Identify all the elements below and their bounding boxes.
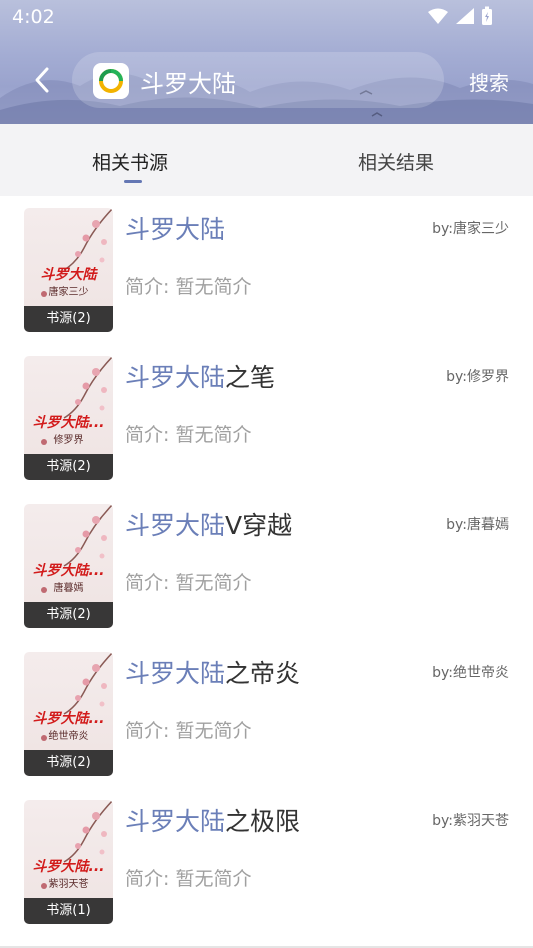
title-rest: 之笔 [225, 363, 276, 392]
book-title: 斗罗大陆V穿越 [125, 506, 292, 542]
book-item[interactable]: 斗罗大陆... 紫羽天苍 书源(1) 斗罗大陆之极限 by:紫羽天苍 简介: 暂… [0, 788, 533, 936]
tab-bar: 相关书源 相关结果 [0, 124, 533, 196]
cover-author: 绝世帝炎 [48, 731, 89, 742]
title-highlight: 斗罗大陆 [125, 807, 226, 836]
source-count-badge: 书源(1) [24, 898, 113, 924]
book-intro: 简介: 暂无简介 [125, 868, 252, 890]
cover-author: 紫羽天苍 [48, 879, 89, 890]
cover-title: 斗罗大陆... [32, 711, 105, 727]
title-rest: 之帝炎 [225, 659, 301, 688]
app-header: 4:02 斗罗大陆 搜索 [0, 0, 533, 124]
book-intro: 简介: 暂无简介 [125, 720, 252, 742]
book-item[interactable]: 斗罗大陆 唐家三少 书源(2) 斗罗大陆 by:唐家三少 简介: 暂无简介 [0, 196, 533, 344]
source-count-badge: 书源(2) [24, 306, 113, 332]
book-cover: 斗罗大陆... 修罗界 书源(2) [24, 356, 113, 480]
status-icons [427, 6, 493, 26]
book-author: by:唐暮嫣 [446, 517, 509, 533]
back-button[interactable] [24, 62, 60, 98]
signal-icon [456, 8, 474, 24]
book-title: 斗罗大陆之笔 [125, 358, 275, 394]
book-title: 斗罗大陆之极限 [125, 802, 300, 838]
battery-icon [482, 6, 492, 25]
status-time: 4:02 [12, 6, 55, 28]
wifi-icon [428, 8, 448, 24]
source-count-badge: 书源(2) [24, 602, 113, 628]
search-query-text[interactable]: 斗罗大陆 [140, 64, 236, 99]
book-cover: 斗罗大陆 唐家三少 书源(2) [24, 208, 113, 332]
book-author: by:绝世帝炎 [432, 665, 509, 681]
book-cover: 斗罗大陆... 唐暮嫣 书源(2) [24, 504, 113, 628]
title-highlight: 斗罗大陆 [125, 363, 226, 392]
cover-author: 唐暮嫣 [53, 583, 84, 594]
book-item[interactable]: 斗罗大陆... 唐暮嫣 书源(2) 斗罗大陆V穿越 by:唐暮嫣 简介: 暂无简… [0, 492, 533, 640]
cover-title: 斗罗大陆... [32, 415, 105, 431]
book-intro: 简介: 暂无简介 [125, 276, 252, 298]
book-item[interactable]: 斗罗大陆... 修罗界 书源(2) 斗罗大陆之笔 by:修罗界 简介: 暂无简介 [0, 344, 533, 492]
search-button[interactable]: 搜索 [469, 67, 509, 96]
chevron-left-icon [35, 67, 49, 93]
book-cover: 斗罗大陆... 绝世帝炎 书源(2) [24, 652, 113, 776]
cover-title: 斗罗大陆 [40, 267, 97, 283]
source-count-badge: 书源(2) [24, 750, 113, 776]
tab-related-results[interactable]: 相关结果 [358, 148, 434, 175]
book-author: by:紫羽天苍 [432, 813, 509, 829]
app-logo-icon [93, 63, 129, 99]
book-item[interactable]: 斗罗大陆... 绝世帝炎 书源(2) 斗罗大陆之帝炎 by:绝世帝炎 简介: 暂… [0, 640, 533, 788]
cover-title: 斗罗大陆... [32, 563, 105, 579]
cover-author: 唐家三少 [48, 287, 89, 298]
book-author: by:唐家三少 [432, 221, 509, 237]
book-title: 斗罗大陆之帝炎 [125, 654, 300, 690]
title-rest: V穿越 [225, 511, 293, 540]
tab-related-sources[interactable]: 相关书源 [92, 148, 168, 175]
cover-author: 修罗界 [53, 435, 84, 446]
active-tab-indicator [124, 180, 142, 183]
book-author: by:修罗界 [446, 369, 509, 385]
book-cover: 斗罗大陆... 紫羽天苍 书源(1) [24, 800, 113, 924]
cover-title: 斗罗大陆... [32, 859, 105, 875]
title-highlight: 斗罗大陆 [125, 659, 226, 688]
source-count-badge: 书源(2) [24, 454, 113, 480]
title-highlight: 斗罗大陆 [125, 511, 226, 540]
title-highlight: 斗罗大陆 [125, 215, 226, 244]
title-rest: 之极限 [225, 807, 301, 836]
book-intro: 简介: 暂无简介 [125, 424, 252, 446]
book-title: 斗罗大陆 [125, 210, 225, 246]
book-intro: 简介: 暂无简介 [125, 572, 252, 594]
